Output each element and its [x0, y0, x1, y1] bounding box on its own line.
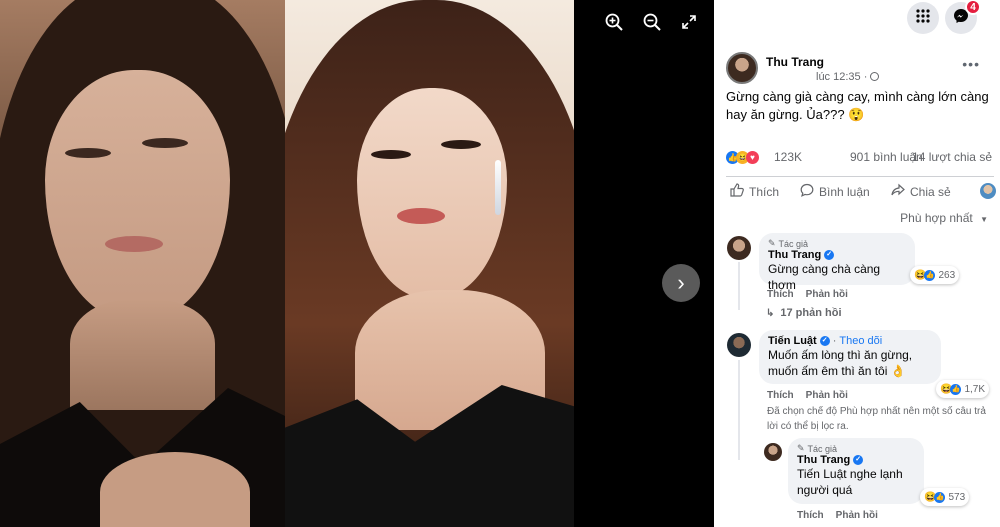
zoom-in-icon[interactable] [601, 9, 627, 35]
more-options-icon[interactable]: ••• [962, 56, 980, 72]
next-photo-button[interactable]: › [662, 264, 700, 302]
comment-label: Bình luận [819, 184, 870, 199]
zoom-out-icon[interactable] [639, 9, 665, 35]
photo-young [0, 0, 285, 527]
comment-reaction-count: 263 [938, 269, 956, 281]
comment-text: Tiến Luật nghe lạnh người quá [797, 467, 903, 497]
comment-actions: Thích Phản hồi [797, 510, 878, 521]
author-tag-label: Tác giả [778, 238, 809, 249]
like-button[interactable]: Thích [730, 183, 779, 200]
follow-separator: · [832, 335, 837, 347]
reaction-summary: 👍😆 ♥ 123K 901 bình luận 14 lượt chia sẻ [726, 149, 992, 165]
globe-icon [870, 72, 880, 81]
comment-text: Muốn ấm lòng thì ăn gừng, muốn ấm êm thì… [768, 348, 913, 378]
reaction-icons[interactable]: 👍😆 ♥ [726, 150, 759, 165]
comment-reply-link[interactable]: Phản hồi [836, 510, 878, 521]
author-badge: ✎ Tác giả [797, 443, 915, 454]
comment-reactions[interactable]: 😆 👍 573 [920, 488, 970, 506]
photo-viewer: › [0, 0, 714, 527]
verified-icon: ✓ [824, 250, 835, 260]
comment-reaction-count: 1,7K [964, 383, 986, 395]
comment-author-name: Thu Trang [797, 454, 851, 466]
comment-author[interactable]: Thu Trang ✓ [797, 454, 915, 466]
verified-icon: ✓ [819, 336, 830, 346]
author-tag-label: Tác giả [807, 443, 838, 454]
comment-reaction-count: 573 [948, 491, 966, 503]
chevron-right-icon: › [677, 270, 685, 295]
share-arrow-icon [891, 183, 905, 200]
avatar[interactable] [764, 443, 782, 461]
comment-bubble-icon [800, 183, 814, 200]
avatar[interactable] [727, 236, 751, 260]
share-button[interactable]: Chia sẻ [891, 183, 951, 200]
post-panel: 4 Thu Trang lúc 12:35 · ••• Gừng càng gi… [714, 0, 1000, 527]
grid-menu-icon [916, 8, 930, 28]
comment-like-link[interactable]: Thích [767, 390, 794, 401]
post-time-text: lúc 12:35 · [816, 71, 871, 83]
comment-button[interactable]: Bình luận [800, 183, 870, 200]
like-label: Thích [749, 184, 780, 199]
verified-icon: ✓ [853, 455, 864, 465]
post-timestamp[interactable]: lúc 12:35 · [816, 71, 880, 83]
comment-like-link[interactable]: Thích [767, 289, 794, 300]
comment-actions: Thích Phản hồi [767, 289, 848, 300]
post-text: Gừng càng già càng cay, mình càng lớn cà… [726, 89, 989, 122]
follow-link[interactable]: Theo dõi [839, 335, 882, 347]
thread-line [738, 360, 740, 460]
avatar[interactable] [727, 333, 751, 357]
reactions-count[interactable]: 123K [774, 150, 802, 164]
post-header: Thu Trang lúc 12:35 · ••• [726, 52, 990, 88]
like-reaction-icon: 👍 [924, 269, 936, 281]
fullscreen-icon[interactable] [676, 9, 702, 35]
view-replies-link[interactable]: ↳ 17 phản hồi [766, 307, 842, 319]
post-action-bar: Thích Bình luận Chia sẻ ▼ [726, 176, 996, 204]
profile-thumb-icon [980, 183, 996, 199]
replies-count: 17 phản hồi [780, 307, 842, 319]
thumbs-up-icon [730, 183, 744, 200]
reply-arrow-icon: ↳ [766, 307, 775, 319]
shares-count[interactable]: 14 lượt chia sẻ [912, 150, 992, 164]
comment-actions: Thích Phản hồi [767, 390, 848, 401]
reply-bubble: ✎ Tác giả Thu Trang ✓ Tiến Luật nghe lạnh … [788, 438, 924, 504]
like-reaction-icon: 👍 [934, 491, 946, 503]
love-reaction-icon: ♥ [746, 151, 759, 165]
top-bar: 4 [714, 0, 1000, 36]
caret-down-icon: ▼ [980, 215, 988, 224]
pencil-icon: ✎ [797, 443, 805, 453]
comment-author-name: Tiến Luật [768, 335, 817, 347]
comment-author[interactable]: Thu Trang ✓ [768, 249, 906, 261]
thread-line [738, 262, 740, 310]
comment-author-name: Thu Trang [768, 249, 822, 261]
comment-reply-link[interactable]: Phản hồi [806, 289, 848, 300]
messenger-button[interactable]: 4 [945, 0, 981, 34]
sort-label: Phù hợp nhất [900, 211, 973, 225]
comment-reply-link[interactable]: Phản hồi [806, 390, 848, 401]
comment-sort-dropdown[interactable]: Phù hợp nhất ▼ [900, 211, 988, 225]
audience-selector[interactable]: ▼ [980, 183, 1000, 199]
comment-bubble: ✎ Tác giả Thu Trang ✓ Gừng càng chà càng t… [759, 233, 915, 292]
comment-author[interactable]: Tiến Luật ✓ · Theo dõi [768, 335, 932, 347]
share-label: Chia sẻ [910, 184, 951, 199]
filter-note: Đã chọn chế độ Phù hợp nhất nên một số c… [767, 406, 986, 432]
notification-badge: 4 [965, 0, 981, 15]
like-reaction-icon: 👍 [950, 383, 962, 395]
post-author-name[interactable]: Thu Trang [766, 55, 824, 69]
comment-reactions[interactable]: 😆 👍 1,7K [936, 380, 990, 398]
comment-bubble: Tiến Luật ✓ · Theo dõi Muốn ấm lòng thì ăn … [759, 330, 941, 384]
comment-like-link[interactable]: Thích [797, 510, 824, 521]
menu-button[interactable] [907, 2, 939, 34]
comment-reactions[interactable]: 😆 👍 263 [910, 266, 960, 284]
pencil-icon: ✎ [768, 238, 776, 248]
avatar[interactable] [726, 52, 758, 84]
photo-current [285, 0, 574, 527]
author-badge: ✎ Tác giả [768, 238, 906, 249]
